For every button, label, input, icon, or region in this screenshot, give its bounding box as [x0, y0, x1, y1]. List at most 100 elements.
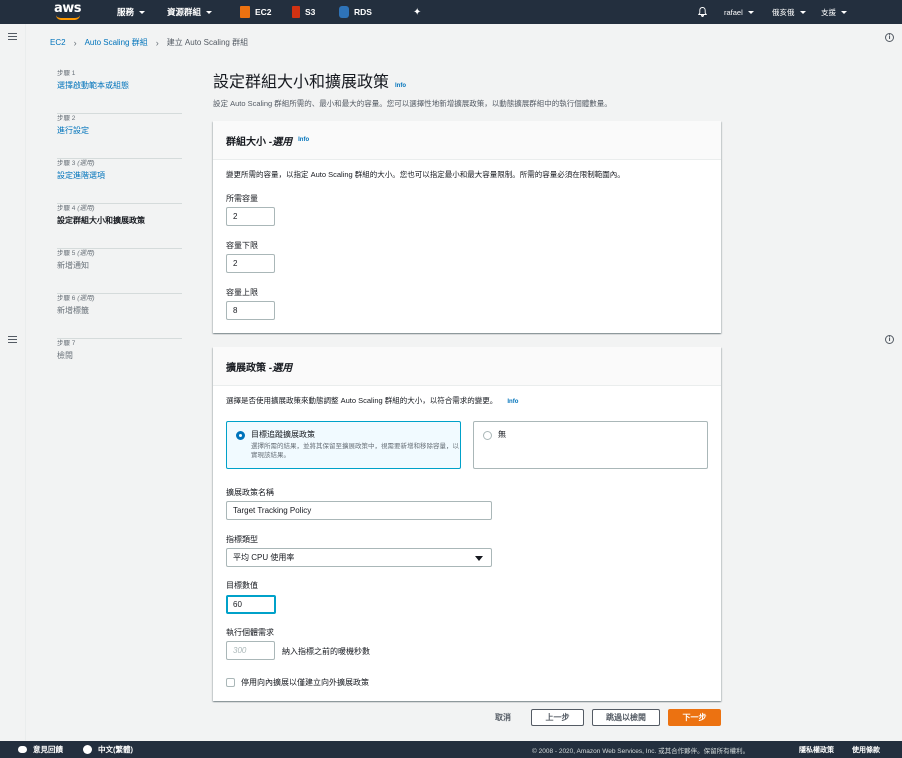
menu-icon[interactable] — [8, 336, 17, 343]
target-value-label: 目標數值 — [226, 581, 258, 590]
max-capacity-label: 容量上限 — [226, 288, 258, 297]
copyright: © 2008 - 2020, Amazon Web Services, Inc.… — [532, 747, 750, 755]
info-icon[interactable]: i — [885, 33, 894, 42]
chevron-right-icon: › — [73, 37, 77, 48]
chevron-down-icon — [799, 10, 806, 14]
breadcrumb-ec2[interactable]: EC2 — [50, 38, 66, 47]
warmup-suffix: 納入指標之前的暖機秒數 — [282, 647, 370, 656]
support-menu[interactable]: 支援 — [821, 0, 847, 24]
step-title[interactable]: 選擇啟動範本或組態 — [57, 79, 182, 92]
aws-smile-icon — [56, 15, 80, 20]
target-tracking-subtitle: 選擇所需的結果，並將其保留至擴展政策中，視需要新增和移除容量，以實現該結果。 — [251, 443, 459, 459]
chevron-right-icon: › — [155, 37, 159, 48]
step-title: 新增通知 — [57, 261, 89, 270]
group-size-title: 群組大小 - — [226, 136, 273, 148]
scaling-policy-description: 選擇是否使用擴展政策來動態調整 Auto Scaling 群組的大小，以符合需求… — [226, 396, 519, 405]
previous-button[interactable]: 上一步 — [531, 709, 584, 726]
language-label: 中文(繁體) — [98, 745, 133, 754]
region-menu[interactable]: 俄亥俄 — [772, 0, 806, 24]
rds-icon — [339, 6, 349, 18]
step-number: 步驟 1 — [57, 70, 76, 77]
page-title-text: 設定群組大小和擴展政策 — [213, 74, 390, 91]
step-number: 步驟 4 (選用) — [57, 205, 95, 212]
next-button[interactable]: 下一步 — [668, 709, 721, 726]
feedback-label: 意見回饋 — [33, 745, 63, 754]
group-size-header: 群組大小 - 選用 Info — [213, 121, 721, 160]
footer: 意見回饋 中文(繁體) © 2008 - 2020, Amazon Web Se… — [0, 741, 902, 758]
breadcrumb-current: 建立 Auto Scaling 群組 — [166, 38, 249, 47]
min-capacity-label: 容量下限 — [226, 241, 258, 250]
wizard-step-3: 步驟 3 (選用) 設定進階選項 — [57, 159, 182, 204]
services-menu[interactable]: 服務 — [117, 0, 146, 24]
policy-name-label: 擴展政策名稱 — [226, 488, 274, 497]
target-tracking-title: 目標追蹤擴展政策 — [251, 430, 315, 439]
step-number: 步驟 3 (選用) — [57, 160, 95, 167]
ec2-shortcut[interactable]: EC2 — [240, 0, 272, 24]
page-description: 設定 Auto Scaling 群組所需的、最小和最大的容量。您可以選擇性地新增… — [213, 99, 612, 108]
privacy-link[interactable]: 隱私權政策 — [799, 741, 834, 758]
chevron-down-icon — [206, 10, 213, 14]
right-rail: i i — [878, 24, 902, 741]
wizard-step-6: 步驟 6 (選用) 新增標籤 — [57, 294, 182, 339]
s3-icon — [292, 6, 300, 18]
terms-link[interactable]: 使用條款 — [852, 741, 880, 758]
info-link[interactable]: Info — [395, 83, 406, 89]
s3-shortcut[interactable]: S3 — [292, 0, 315, 24]
speech-bubble-icon — [18, 746, 27, 753]
target-tracking-option[interactable]: 目標追蹤擴展政策 選擇所需的結果，並將其保留至擴展政策中，視需要新增和移除容量，… — [226, 421, 461, 469]
page-title: 設定群組大小和擴展政策 Info — [213, 68, 406, 92]
group-size-optional: 選用 — [272, 136, 293, 148]
wizard-step-5: 步驟 5 (選用) 新增通知 — [57, 249, 182, 294]
min-capacity-input[interactable]: 2 — [226, 254, 275, 273]
disable-scale-in-checkbox[interactable] — [226, 678, 235, 687]
info-link[interactable]: Info — [507, 399, 518, 405]
language-selector[interactable]: 中文(繁體) — [83, 741, 133, 758]
step-number: 步驟 2 — [57, 115, 76, 122]
desired-capacity-label: 所需容量 — [226, 194, 258, 203]
desired-capacity-input[interactable]: 2 — [226, 207, 275, 226]
s3-label: S3 — [305, 7, 316, 17]
step-number: 步驟 6 (選用) — [57, 295, 95, 302]
aws-logo[interactable]: aws — [54, 2, 84, 22]
warmup-seconds-input[interactable]: 300 — [226, 641, 275, 660]
wizard-steps: 步驟 1 選擇啟動範本或組態 步驟 2 進行設定 步驟 3 (選用) 設定進階選… — [57, 69, 182, 384]
pin-icon[interactable]: ✦ — [413, 0, 421, 24]
policy-name-input[interactable]: Target Tracking Policy — [226, 501, 492, 520]
region-name: 俄亥俄 — [772, 7, 795, 17]
rds-label: RDS — [354, 7, 372, 17]
scaling-policy-panel: 擴展政策 - 選用 選擇是否使用擴展政策來動態調整 Auto Scaling 群… — [213, 347, 721, 701]
skip-to-review-button[interactable]: 跳過以檢閱 — [592, 709, 660, 726]
max-capacity-input[interactable]: 8 — [226, 301, 275, 320]
metric-type-value: 平均 CPU 使用率 — [233, 553, 295, 562]
support-label: 支援 — [821, 7, 836, 17]
info-link[interactable]: Info — [298, 137, 309, 143]
step-title[interactable]: 設定進階選項 — [57, 169, 182, 182]
bell-icon[interactable] — [698, 0, 707, 24]
wizard-step-1: 步驟 1 選擇啟動範本或組態 — [57, 69, 182, 114]
step-title: 設定群組大小和擴展政策 — [57, 216, 145, 225]
caret-down-icon — [475, 556, 483, 561]
feedback-link[interactable]: 意見回饋 — [18, 741, 63, 758]
instance-needs-label: 執行個體需求 — [226, 628, 274, 637]
group-size-panel: 群組大小 - 選用 Info 變更所需的容量，以指定 Auto Scaling … — [213, 121, 721, 333]
step-title[interactable]: 進行設定 — [57, 124, 182, 137]
chevron-down-icon — [747, 10, 754, 14]
user-name: rafael — [724, 7, 743, 17]
wizard-step-2: 步驟 2 進行設定 — [57, 114, 182, 159]
cancel-button[interactable]: 取消 — [488, 709, 518, 726]
info-icon[interactable]: i — [885, 335, 894, 344]
resource-groups-menu[interactable]: 資源群組 — [167, 0, 213, 24]
no-policy-option[interactable]: 無 — [473, 421, 708, 469]
scaling-policy-title: 擴展政策 - — [226, 362, 273, 374]
aws-logo-text: aws — [54, 1, 82, 16]
chevron-down-icon — [841, 10, 847, 14]
disable-scale-in-label: 停用向內擴展以僅建立向外擴展政策 — [241, 678, 369, 687]
services-label: 服務 — [117, 7, 135, 17]
breadcrumb-auto-scaling-groups[interactable]: Auto Scaling 群組 — [85, 37, 148, 48]
menu-icon[interactable] — [8, 33, 17, 40]
rds-shortcut[interactable]: RDS — [339, 0, 372, 24]
metric-type-select[interactable]: 平均 CPU 使用率 — [226, 548, 492, 567]
top-navigation: aws 服務 資源群組 EC2 S3 RDS ✦ rafael 俄亥俄 支援 — [0, 0, 902, 24]
target-value-input[interactable]: 60 — [226, 595, 276, 614]
user-menu[interactable]: rafael — [724, 0, 754, 24]
